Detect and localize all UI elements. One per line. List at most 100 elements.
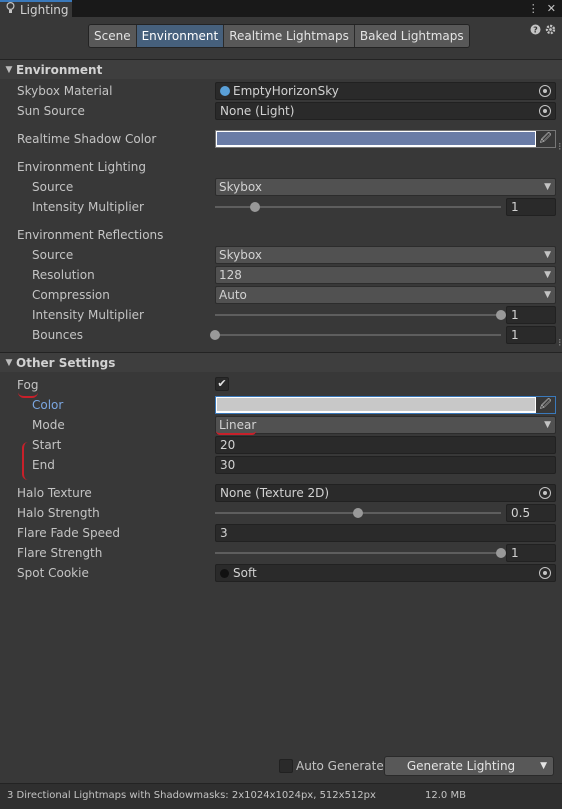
- generate-lighting-label: Generate Lighting: [406, 759, 516, 773]
- menu-icon[interactable]: ⋮: [528, 2, 539, 15]
- fog-color-swatch: [217, 398, 535, 411]
- annotation-underline-fog: [18, 392, 38, 398]
- material-icon: [220, 86, 230, 96]
- help-icon[interactable]: ?: [530, 24, 541, 38]
- object-picker-icon[interactable]: [539, 85, 551, 97]
- shadow-color-swatch: [217, 132, 535, 145]
- flare-strength-label: Flare Strength: [17, 546, 103, 560]
- reflection-intensity-input[interactable]: 1: [506, 306, 556, 324]
- tab-bar: Scene Environment Realtime Lightmaps Bak…: [88, 24, 470, 48]
- fog-checkbox[interactable]: ✔: [215, 377, 229, 391]
- close-icon[interactable]: ✕: [547, 2, 556, 15]
- other-settings-header[interactable]: ▼ Other Settings: [0, 352, 562, 372]
- spot-cookie-label: Spot Cookie: [17, 566, 89, 580]
- generate-lighting-button[interactable]: Generate Lighting ▼: [384, 756, 554, 776]
- slider-thumb[interactable]: [353, 508, 363, 518]
- halo-strength-input[interactable]: 0.5: [506, 504, 556, 522]
- reflection-intensity-slider[interactable]: [215, 306, 506, 324]
- fog-color-label: Color: [32, 398, 64, 412]
- sun-source-value: None (Light): [220, 104, 295, 118]
- gear-icon[interactable]: [545, 24, 556, 38]
- chevron-down-icon: ▼: [544, 270, 551, 280]
- slider-thumb[interactable]: [496, 548, 506, 558]
- clipped-panel-edge: ⁝: [558, 140, 562, 153]
- env-lighting-source-dropdown[interactable]: Skybox ▼: [215, 178, 556, 196]
- resolution-label: Resolution: [32, 268, 95, 282]
- texture-icon: [220, 568, 229, 578]
- dropdown-value: Linear: [219, 418, 257, 432]
- lightmap-status-text: 3 Directional Lightmaps with Shadowmasks…: [7, 790, 376, 801]
- env-reflections-source-label: Source: [32, 248, 74, 262]
- status-bar: 3 Directional Lightmaps with Shadowmasks…: [0, 783, 562, 809]
- dropdown-value: Skybox: [219, 180, 262, 194]
- dropdown-value: Skybox: [219, 248, 262, 262]
- environment-header[interactable]: ▼ Environment: [0, 59, 562, 79]
- window-title: Lighting: [20, 2, 69, 17]
- fog-mode-label: Mode: [32, 418, 65, 432]
- window-tab[interactable]: Lighting: [0, 0, 72, 17]
- spot-cookie-value: Soft: [233, 566, 257, 580]
- flare-strength-input[interactable]: 1: [506, 544, 556, 562]
- env-lighting-label: Environment Lighting: [17, 160, 146, 174]
- fog-color-field[interactable]: 🖉: [215, 396, 556, 414]
- reflection-intensity-label: Intensity Multiplier: [32, 308, 144, 322]
- tab-scene[interactable]: Scene: [89, 25, 137, 47]
- foldout-arrow-icon: ▼: [5, 64, 13, 75]
- env-reflections-label: Environment Reflections: [17, 228, 164, 242]
- slider-thumb[interactable]: [210, 330, 220, 340]
- env-lighting-intensity-label: Intensity Multiplier: [32, 200, 144, 214]
- dropdown-value: Auto: [219, 288, 247, 302]
- flare-strength-slider[interactable]: [215, 544, 506, 562]
- object-picker-icon[interactable]: [539, 487, 551, 499]
- bounces-slider[interactable]: [210, 326, 501, 344]
- fog-start-label: Start: [32, 438, 62, 452]
- fog-label: Fog: [17, 378, 39, 392]
- chevron-down-icon: ▼: [544, 250, 551, 260]
- bounces-input[interactable]: 1: [506, 326, 556, 344]
- section-title: Environment: [16, 62, 103, 77]
- object-picker-icon[interactable]: [539, 105, 551, 117]
- halo-strength-slider[interactable]: [215, 504, 501, 522]
- eyedropper-icon[interactable]: 🖉: [536, 397, 555, 413]
- lightmap-size-text: 12.0 MB: [425, 790, 466, 801]
- fog-end-label: End: [32, 458, 55, 472]
- halo-texture-value: None (Texture 2D): [220, 486, 330, 500]
- shadow-color-label: Realtime Shadow Color: [17, 132, 157, 146]
- tab-environment[interactable]: Environment: [136, 25, 225, 47]
- skybox-material-value: EmptyHorizonSky: [233, 84, 339, 98]
- auto-generate-checkbox[interactable]: [279, 759, 293, 773]
- fog-start-input[interactable]: 20: [215, 436, 556, 454]
- slider-thumb[interactable]: [250, 202, 261, 212]
- chevron-down-icon: ▼: [544, 420, 551, 430]
- tab-realtime-lightmaps[interactable]: Realtime Lightmaps: [224, 25, 355, 47]
- spot-cookie-field[interactable]: Soft: [215, 564, 556, 582]
- env-lighting-intensity-slider[interactable]: [215, 198, 501, 216]
- fog-mode-dropdown[interactable]: Linear ▼: [215, 416, 556, 434]
- halo-texture-label: Halo Texture: [17, 486, 92, 500]
- lightbulb-icon: [6, 1, 15, 17]
- lighting-window: { "window": {"title": "Lighting", "menu_…: [0, 0, 562, 809]
- skybox-material-field[interactable]: EmptyHorizonSky: [215, 82, 556, 100]
- slider-thumb[interactable]: [496, 310, 506, 320]
- dropdown-value: 128: [219, 268, 242, 282]
- object-picker-icon[interactable]: [539, 567, 551, 579]
- resolution-dropdown[interactable]: 128 ▼: [215, 266, 556, 284]
- halo-texture-field[interactable]: None (Texture 2D): [215, 484, 556, 502]
- chevron-down-icon[interactable]: ▼: [540, 761, 547, 771]
- compression-label: Compression: [32, 288, 110, 302]
- foldout-arrow-icon: ▼: [5, 357, 13, 368]
- env-reflections-source-dropdown[interactable]: Skybox ▼: [215, 246, 556, 264]
- flare-fade-input[interactable]: 3: [215, 524, 556, 542]
- env-lighting-intensity-input[interactable]: 1: [506, 198, 556, 216]
- flare-fade-label: Flare Fade Speed: [17, 526, 121, 540]
- sun-source-field[interactable]: None (Light): [215, 102, 556, 120]
- tab-baked-lightmaps[interactable]: Baked Lightmaps: [354, 25, 469, 47]
- section-title: Other Settings: [16, 355, 116, 370]
- header-icons: ?: [530, 24, 560, 38]
- chevron-down-icon: ▼: [544, 290, 551, 300]
- eyedropper-icon[interactable]: 🖉: [536, 131, 555, 147]
- shadow-color-field[interactable]: 🖉: [215, 130, 556, 148]
- compression-dropdown[interactable]: Auto ▼: [215, 286, 556, 304]
- fog-end-input[interactable]: 30: [215, 456, 556, 474]
- svg-text:?: ?: [533, 26, 538, 35]
